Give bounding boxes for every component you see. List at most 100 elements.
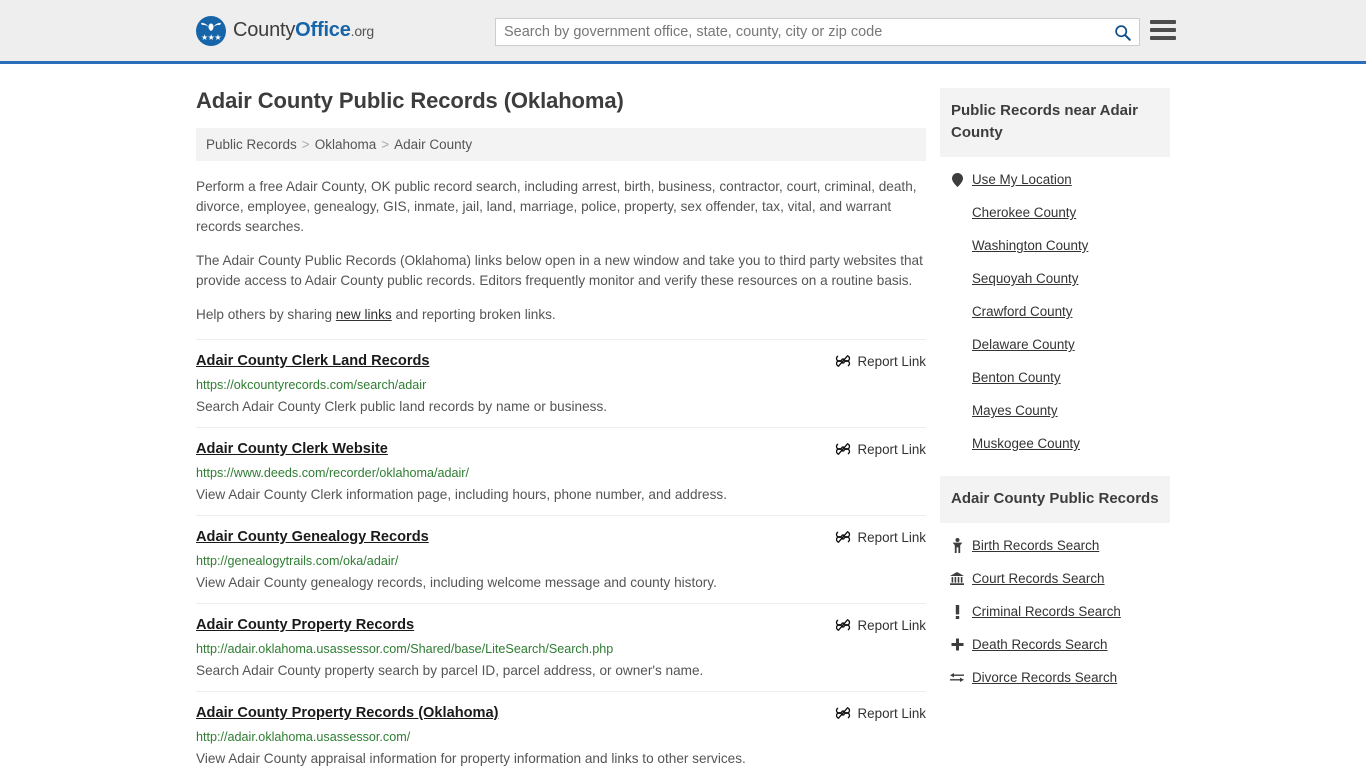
- result-url-link[interactable]: https://www.deeds.com/recorder/oklahoma/…: [196, 465, 926, 481]
- result-header: Adair County Property Records Report Link: [196, 616, 926, 635]
- three-stars-icon: ★★★: [200, 32, 222, 42]
- report-link-button[interactable]: Report Link: [835, 528, 926, 545]
- sidebar-records-link[interactable]: Birth Records Search: [972, 538, 1099, 553]
- result-item: Adair County Property Records Report Link…: [196, 603, 926, 691]
- sidebar-records-panel: Adair County Public Records Birth Record…: [940, 476, 1170, 694]
- sidebar-nearby-link[interactable]: Crawford County: [972, 304, 1072, 319]
- hamburger-bar: [1150, 36, 1176, 40]
- intro-p3-after: and reporting broken links.: [391, 307, 556, 322]
- sidebar-records-link[interactable]: Court Records Search: [972, 571, 1104, 586]
- sidebar-records-item: Court Records Search: [940, 562, 1170, 595]
- broken-link-icon: [835, 355, 850, 367]
- sidebar-records-link[interactable]: Criminal Records Search: [972, 604, 1121, 619]
- eagle-icon: [201, 22, 221, 31]
- sidebar-nearby-link[interactable]: Sequoyah County: [972, 271, 1078, 286]
- intro-text: Perform a free Adair County, OK public r…: [196, 177, 926, 325]
- sidebar-records-link[interactable]: Divorce Records Search: [972, 670, 1117, 685]
- sidebar-nearby-link[interactable]: Benton County: [972, 370, 1061, 385]
- sidebar-records-item: Death Records Search: [940, 628, 1170, 661]
- main-content: Adair County Public Records (Oklahoma) P…: [196, 64, 926, 768]
- sidebar-nearby-heading: Public Records near Adair County: [940, 88, 1170, 157]
- breadcrumb-separator: >: [381, 137, 390, 152]
- hamburger-bar: [1150, 28, 1176, 32]
- breadcrumb-separator: >: [301, 137, 310, 152]
- broken-link-icon: [835, 619, 850, 631]
- sidebar-nearby-item: Washington County: [940, 229, 1170, 262]
- sidebar-nearby-link[interactable]: Cherokee County: [972, 205, 1076, 220]
- site-header: ★★★ CountyOffice.org: [0, 0, 1366, 64]
- result-item: Adair County Clerk Land Records Report Li…: [196, 339, 926, 427]
- broken-link-icon: [835, 531, 850, 543]
- result-url-link[interactable]: http://genealogytrails.com/oka/adair/: [196, 553, 926, 569]
- new-links-link[interactable]: new links: [336, 307, 392, 322]
- result-item: Adair County Property Records (Oklahoma)…: [196, 691, 926, 768]
- page-container: Adair County Public Records (Oklahoma) P…: [0, 64, 1366, 768]
- sidebar-nearby-item: Cherokee County: [940, 196, 1170, 229]
- result-url-link[interactable]: http://adair.oklahoma.usassessor.com/: [196, 729, 926, 745]
- result-description: Search Adair County property search by p…: [196, 663, 704, 678]
- result-description: View Adair County Clerk information page…: [196, 487, 727, 502]
- sidebar-nearby-item: Sequoyah County: [940, 262, 1170, 295]
- countyoffice-eagle-logo-icon: ★★★: [196, 15, 226, 46]
- report-link-label: Report Link: [857, 529, 926, 545]
- baby-icon: [952, 538, 962, 553]
- brand-part-office: Office: [295, 19, 351, 41]
- brand-part-county: County: [233, 19, 296, 41]
- report-link-label: Report Link: [857, 353, 926, 369]
- sidebar-nearby-link[interactable]: Use My Location: [972, 172, 1072, 187]
- sidebar-records-link[interactable]: Death Records Search: [972, 637, 1107, 652]
- search-bar[interactable]: [495, 18, 1140, 46]
- sidebar-records-list: Birth Records Search Court Records Search…: [940, 523, 1170, 694]
- result-title-link[interactable]: Adair County Genealogy Records: [196, 528, 429, 547]
- intro-p3-before: Help others by sharing: [196, 307, 336, 322]
- search-input[interactable]: [496, 19, 1105, 45]
- sidebar-nearby-link[interactable]: Washington County: [972, 238, 1088, 253]
- map-pin-icon: [950, 172, 964, 187]
- result-description: View Adair County genealogy records, inc…: [196, 575, 717, 590]
- broken-link-icon: [835, 707, 850, 719]
- report-link-button[interactable]: Report Link: [835, 440, 926, 457]
- result-title-link[interactable]: Adair County Clerk Land Records: [196, 352, 430, 371]
- result-url-link[interactable]: https://okcountyrecords.com/search/adair: [196, 377, 926, 393]
- breadcrumb: Public Records > Oklahoma > Adair County: [196, 128, 926, 161]
- result-title-link[interactable]: Adair County Property Records (Oklahoma): [196, 704, 498, 723]
- sidebar-nearby-item: Delaware County: [940, 328, 1170, 361]
- results-list: Adair County Clerk Land Records Report Li…: [196, 339, 926, 768]
- sidebar-nearby-link[interactable]: Delaware County: [972, 337, 1075, 352]
- courthouse-icon: [950, 572, 964, 585]
- cross-icon: [950, 638, 964, 651]
- result-header: Adair County Property Records (Oklahoma)…: [196, 704, 926, 723]
- split-arrows-icon: [950, 673, 964, 682]
- search-icon: [1114, 24, 1131, 41]
- result-description: Search Adair County Clerk public land re…: [196, 399, 608, 414]
- report-link-button[interactable]: Report Link: [835, 352, 926, 369]
- exclamation-icon: [950, 604, 964, 619]
- breadcrumb-item-oklahoma[interactable]: Oklahoma: [315, 137, 377, 152]
- result-item: Adair County Clerk Website Report Link htt…: [196, 427, 926, 515]
- sidebar-nearby-link[interactable]: Mayes County: [972, 403, 1058, 418]
- report-link-button[interactable]: Report Link: [835, 616, 926, 633]
- broken-link-icon: [835, 443, 850, 455]
- result-item: Adair County Genealogy Records Report Lin…: [196, 515, 926, 603]
- exclamation-icon: [955, 604, 959, 619]
- breadcrumb-item-adair-county[interactable]: Adair County: [394, 137, 472, 152]
- sidebar: Public Records near Adair County Use My …: [940, 64, 1170, 768]
- result-title-link[interactable]: Adair County Clerk Website: [196, 440, 388, 459]
- report-link-button[interactable]: Report Link: [835, 704, 926, 721]
- search-button[interactable]: [1105, 19, 1139, 45]
- sidebar-records-item: Birth Records Search: [940, 529, 1170, 562]
- courthouse-icon: [950, 572, 964, 585]
- sidebar-nearby-link[interactable]: Muskogee County: [972, 436, 1080, 451]
- sidebar-nearby-list: Use My Location Cherokee County Washington…: [940, 157, 1170, 460]
- page-title: Adair County Public Records (Oklahoma): [196, 88, 624, 113]
- menu-hamburger-icon[interactable]: [1150, 19, 1176, 41]
- site-logo[interactable]: ★★★ CountyOffice.org: [196, 15, 374, 46]
- result-url-link[interactable]: http://adair.oklahoma.usassessor.com/Sha…: [196, 641, 926, 657]
- result-title-link[interactable]: Adair County Property Records: [196, 616, 414, 635]
- result-header: Adair County Genealogy Records Report Lin…: [196, 528, 926, 547]
- sidebar-nearby-item: Benton County: [940, 361, 1170, 394]
- report-link-label: Report Link: [857, 441, 926, 457]
- sidebar-nearby-item: Crawford County: [940, 295, 1170, 328]
- breadcrumb-item-public-records[interactable]: Public Records: [206, 137, 297, 152]
- intro-paragraph-1: Perform a free Adair County, OK public r…: [196, 179, 917, 234]
